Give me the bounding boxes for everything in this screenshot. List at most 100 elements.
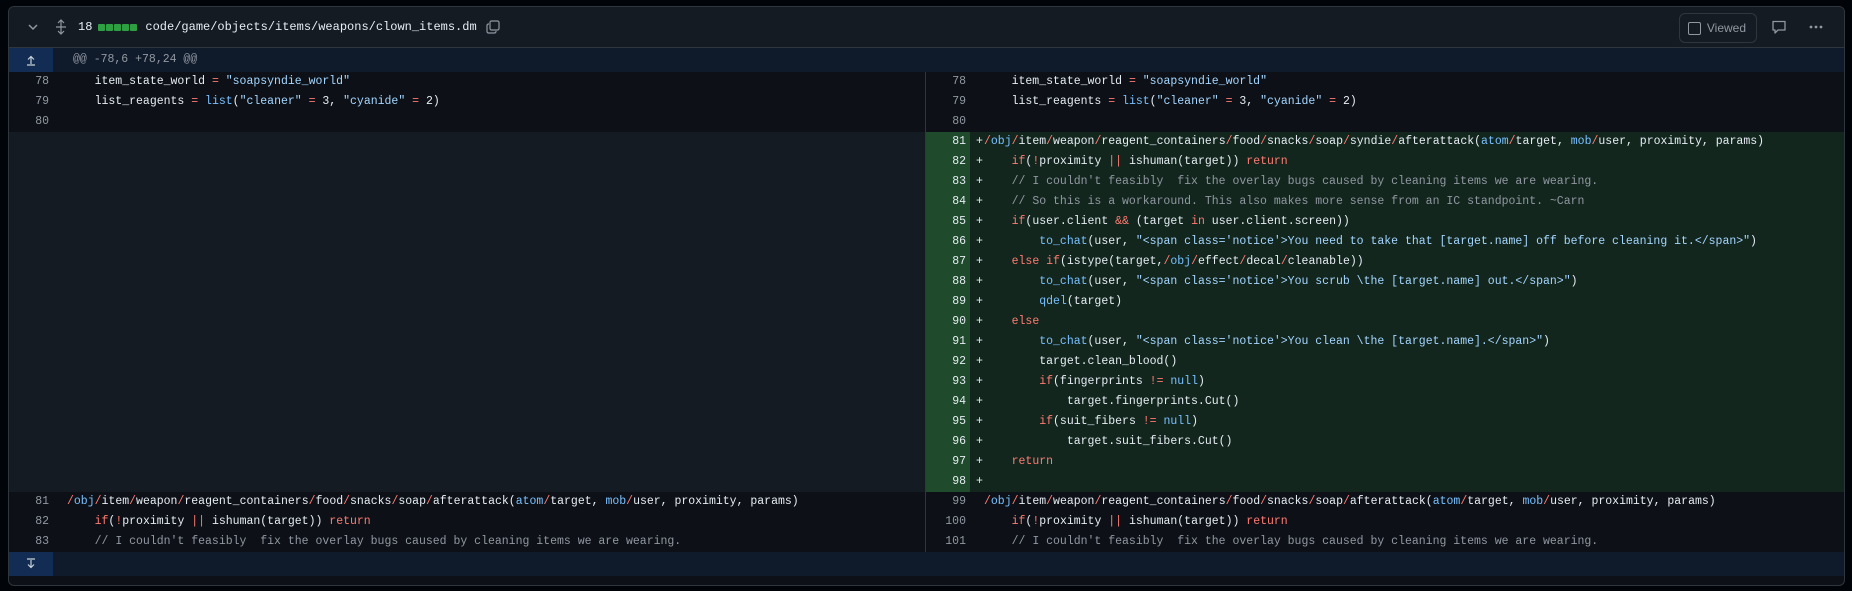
code-line: qdel(target) — [1039, 295, 1123, 308]
line-number[interactable]: 83 — [9, 532, 49, 552]
code-line: list_reagents = list("cleaner" = 3, "cya… — [984, 95, 1357, 108]
added-marker: + — [976, 155, 983, 168]
context-row: 82 if(!proximity || ishuman(target)) ret… — [9, 512, 1844, 532]
added-marker: + — [976, 355, 983, 368]
line-number[interactable]: 82 — [926, 152, 966, 172]
diff-file: 18 code/game/objects/items/weapons/clown… — [8, 6, 1845, 586]
file-header: 18 code/game/objects/items/weapons/clown… — [9, 7, 1844, 48]
code-line: /obj/item/weapon/reagent_containers/food… — [984, 495, 1716, 508]
left-empty — [9, 412, 925, 432]
line-number[interactable]: 91 — [926, 332, 966, 352]
kebab-icon[interactable] — [1808, 19, 1824, 35]
added-row: 93 + if(fingerprints != null) — [9, 372, 1844, 392]
line-number[interactable]: 78 — [9, 72, 49, 92]
line-number[interactable]: 95 — [926, 412, 966, 432]
expand-down-icon[interactable] — [9, 552, 53, 576]
added-marker: + — [976, 335, 983, 348]
added-marker: + — [976, 435, 983, 448]
left-empty — [9, 392, 925, 412]
code-line: to_chat(user, "<span class='notice'>You … — [1039, 275, 1578, 288]
code-line: /obj/item/weapon/reagent_containers/food… — [67, 495, 799, 508]
right-added: 84 + // So this is a workaround. This als… — [926, 192, 1844, 212]
added-marker: + — [976, 315, 983, 328]
line-number[interactable]: 86 — [926, 232, 966, 252]
right-added: 89 + qdel(target) — [926, 292, 1844, 312]
right-added: 93 + if(fingerprints != null) — [926, 372, 1844, 392]
left-empty — [9, 192, 925, 212]
line-number[interactable]: 96 — [926, 432, 966, 452]
added-row: 92 + target.clean_blood() — [9, 352, 1844, 372]
code-line: return — [1011, 455, 1054, 468]
added-marker: + — [976, 455, 983, 468]
line-number[interactable]: 80 — [9, 112, 49, 132]
code-line: else if(istype(target,/obj/effect/decal/… — [1011, 255, 1364, 268]
comment-icon[interactable] — [1771, 19, 1787, 35]
line-number[interactable]: 89 — [926, 292, 966, 312]
code-line: if(!proximity || ishuman(target)) return — [94, 515, 371, 528]
file-path-link[interactable]: code/game/objects/items/weapons/clown_it… — [145, 20, 476, 34]
code-line: to_chat(user, "<span class='notice'>You … — [1039, 235, 1757, 248]
copy-icon[interactable] — [485, 19, 501, 35]
line-number[interactable]: 99 — [926, 492, 966, 512]
line-number[interactable]: 78 — [926, 72, 966, 92]
line-number[interactable]: 90 — [926, 312, 966, 332]
line-number[interactable]: 87 — [926, 252, 966, 272]
hunk-footer — [9, 552, 1844, 576]
right-added: 82 + if(!proximity || ishuman(target)) re… — [926, 152, 1844, 172]
chevron-down-icon[interactable] — [26, 20, 40, 34]
right-side: 100 if(!proximity || ishuman(target)) re… — [926, 512, 1844, 532]
right-added: 85 + if(user.client && (target in user.cl… — [926, 212, 1844, 232]
line-number[interactable]: 80 — [926, 112, 966, 132]
added-marker: + — [976, 395, 983, 408]
line-number[interactable]: 79 — [9, 92, 49, 112]
added-marker: + — [976, 415, 983, 428]
line-number[interactable]: 101 — [926, 532, 966, 552]
line-number[interactable]: 82 — [9, 512, 49, 532]
line-number[interactable]: 98 — [926, 472, 966, 492]
added-row: 84 + // So this is a workaround. This als… — [9, 192, 1844, 212]
code-line: if(!proximity || ishuman(target)) return — [1011, 155, 1288, 168]
right-added: 83 + // I couldn't feasibly fix the overl… — [926, 172, 1844, 192]
line-number[interactable]: 85 — [926, 212, 966, 232]
unfold-icon[interactable] — [54, 19, 68, 35]
line-number[interactable]: 83 — [926, 172, 966, 192]
added-row: 83 + // I couldn't feasibly fix the overl… — [9, 172, 1844, 192]
line-number[interactable]: 88 — [926, 272, 966, 292]
line-number[interactable]: 100 — [926, 512, 966, 532]
added-row: 89 + qdel(target) — [9, 292, 1844, 312]
hunk-header: @@ -78,6 +78,24 @@ — [9, 48, 1844, 72]
code-line: item_state_world = "soapsyndie_world" — [984, 75, 1267, 88]
line-number[interactable]: 79 — [926, 92, 966, 112]
left-side: 83 // I couldn't feasibly fix the overla… — [9, 532, 925, 552]
line-number[interactable]: 94 — [926, 392, 966, 412]
code-line: // So this is a workaround. This also ma… — [1011, 195, 1585, 208]
code-line: // I couldn't feasibly fix the overlay b… — [1011, 535, 1599, 548]
expand-up-icon[interactable] — [9, 48, 53, 72]
line-number[interactable]: 92 — [926, 352, 966, 372]
line-number[interactable]: 81 — [9, 492, 49, 512]
viewed-toggle[interactable]: Viewed — [1678, 13, 1757, 43]
code-line: if(!proximity || ishuman(target)) return — [1011, 515, 1288, 528]
right-added: 97 + return — [926, 452, 1844, 472]
left-empty — [9, 452, 925, 472]
left-empty — [9, 172, 925, 192]
line-number[interactable]: 84 — [926, 192, 966, 212]
right-side: 99/obj/item/weapon/reagent_containers/fo… — [926, 492, 1844, 512]
added-marker: + — [976, 275, 983, 288]
line-number[interactable]: 81 — [926, 132, 966, 152]
left-empty — [9, 132, 925, 152]
code-line: item_state_world = "soapsyndie_world" — [67, 75, 350, 88]
context-row: 79 list_reagents = list("cleaner" = 3, "… — [9, 92, 1844, 112]
left-side: 79 list_reagents = list("cleaner" = 3, "… — [9, 92, 925, 112]
added-marker: + — [976, 295, 983, 308]
code-line: list_reagents = list("cleaner" = 3, "cya… — [67, 95, 440, 108]
checkbox-icon[interactable] — [1687, 21, 1701, 35]
left-empty — [9, 352, 925, 372]
added-marker: + — [976, 175, 983, 188]
context-row: 80 80 — [9, 112, 1844, 132]
added-marker: + — [976, 375, 983, 388]
left-empty — [9, 292, 925, 312]
added-row: 94 + target.fingerprints.Cut() — [9, 392, 1844, 412]
line-number[interactable]: 93 — [926, 372, 966, 392]
line-number[interactable]: 97 — [926, 452, 966, 472]
